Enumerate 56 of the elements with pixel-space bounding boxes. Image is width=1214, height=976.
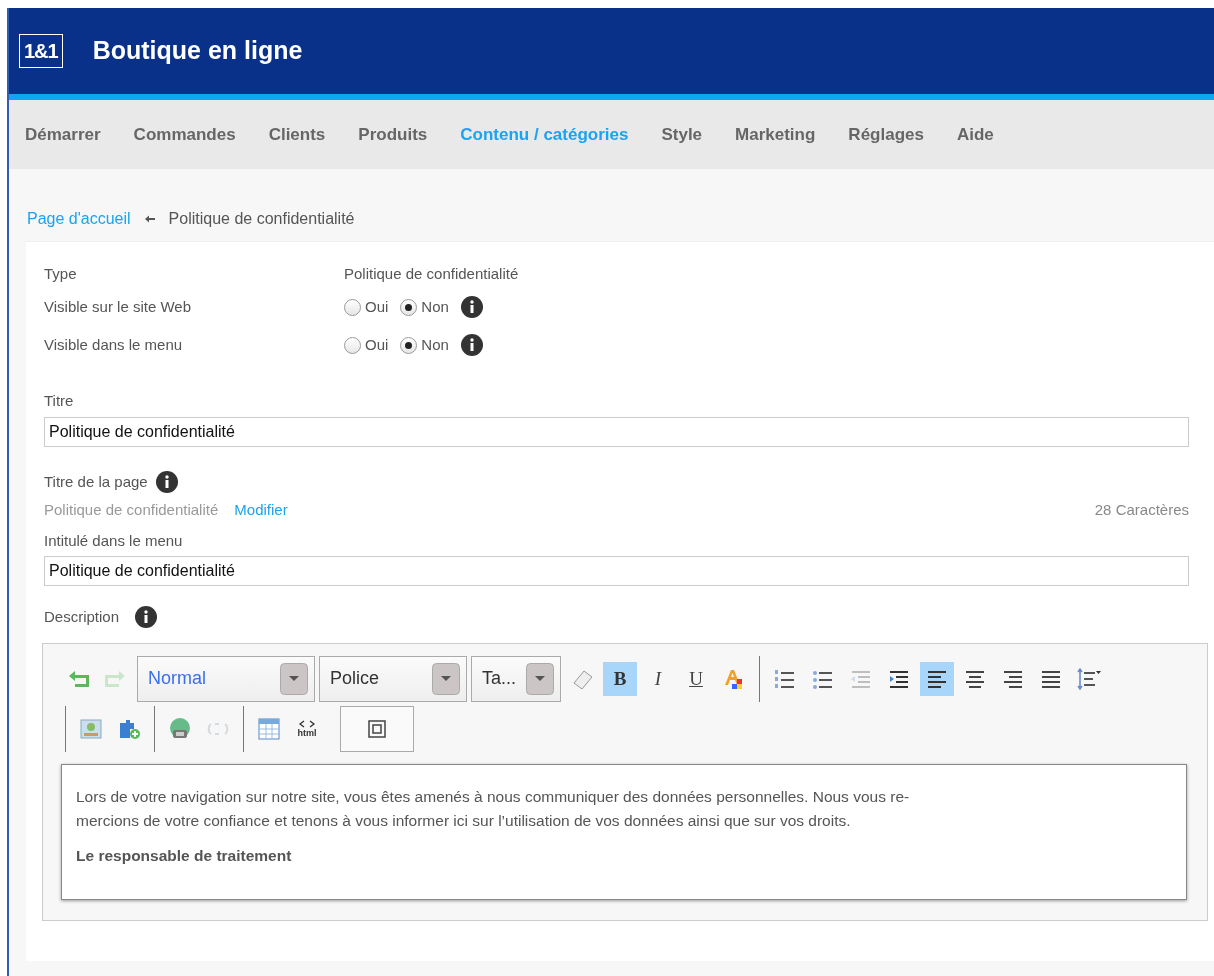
dropdown[interactable]: Normal: [137, 655, 315, 702]
field-label: Type: [44, 263, 78, 284]
section-heading: Le responsable de traitement: [76, 846, 293, 867]
logo: 1&1: [19, 34, 63, 68]
breadcrumb-current: Politique de confidentialité: [168, 209, 355, 229]
toolbar-button[interactable]: html: [290, 711, 324, 746]
app-title: Boutique en ligne: [92, 35, 303, 67]
back-arrow-icon: [144, 215, 155, 223]
radio-button[interactable]: [400, 336, 418, 354]
radio-label: Non: [421, 296, 449, 317]
radio-button[interactable]: [344, 298, 361, 316]
table-icon: [257, 716, 281, 741]
nav-tab[interactable]: Aide: [956, 121, 1011, 148]
dropdown[interactable]: Police: [319, 655, 467, 702]
nav-tab[interactable]: Réglages: [848, 121, 941, 148]
radio-button[interactable]: [344, 336, 361, 354]
toolbar-button[interactable]: [920, 661, 954, 696]
globe-link-icon: [168, 716, 192, 741]
nav-tab[interactable]: Démarrer: [25, 121, 118, 148]
caret-icon: [432, 662, 460, 695]
field-label: Titre de la page: [44, 471, 148, 492]
caret-icon: [280, 662, 308, 695]
radio-button[interactable]: [400, 298, 418, 316]
info-icon: [460, 296, 483, 318]
modify-link[interactable]: Modifier: [234, 499, 288, 522]
text-input[interactable]: Politique de confidentialité: [44, 556, 1189, 586]
square-icon: [367, 718, 387, 739]
field-value: Politique de confidentialité: [344, 263, 519, 284]
character-count: 28 Caractères: [1094, 500, 1189, 520]
toolbar-button[interactable]: U: [679, 661, 713, 696]
breadcrumb-link[interactable]: Page d'accueil: [27, 207, 131, 231]
radio-label: Oui: [365, 296, 389, 317]
nav-tab[interactable]: Marketing: [735, 121, 833, 148]
toolbar-button[interactable]: I: [641, 661, 675, 696]
radio-label: Non: [421, 334, 449, 355]
field-label: Intitulé dans le menu: [44, 530, 184, 551]
info-icon: [135, 606, 158, 629]
caret-icon: [526, 662, 554, 695]
image-icon: [79, 716, 103, 741]
line-height-icon: [1077, 666, 1101, 691]
field-label: Visible sur le site Web: [44, 296, 192, 317]
page-title-value: Politique de confidentialité: [44, 500, 219, 520]
radio-label: Oui: [365, 334, 389, 355]
nav-tab[interactable]: Style: [661, 121, 720, 148]
dropdown[interactable]: Ta...: [471, 655, 561, 702]
nav-tab[interactable]: Clients: [268, 121, 343, 148]
info-icon: [460, 334, 483, 356]
nav-tab[interactable]: Commandes: [133, 121, 253, 148]
paragraph: Lors de votre navigation sur notre site, vous êtes amenés à nous communiquer des données personnelles. Nous vous re- mercions de votre confiance et tenons à vous informer ici sur l’utilisation de vos données ainsi que sur vos droits.: [76, 786, 911, 832]
field-label: Titre: [44, 391, 75, 411]
info-icon: [155, 470, 178, 493]
text-input[interactable]: Politique de confidentialité: [44, 416, 1189, 447]
field-label: Visible dans le menu: [44, 334, 184, 355]
toolbar-button[interactable]: B: [603, 661, 637, 696]
field-label: Description: [44, 607, 120, 627]
nav-tab[interactable]: Produits: [358, 121, 445, 148]
